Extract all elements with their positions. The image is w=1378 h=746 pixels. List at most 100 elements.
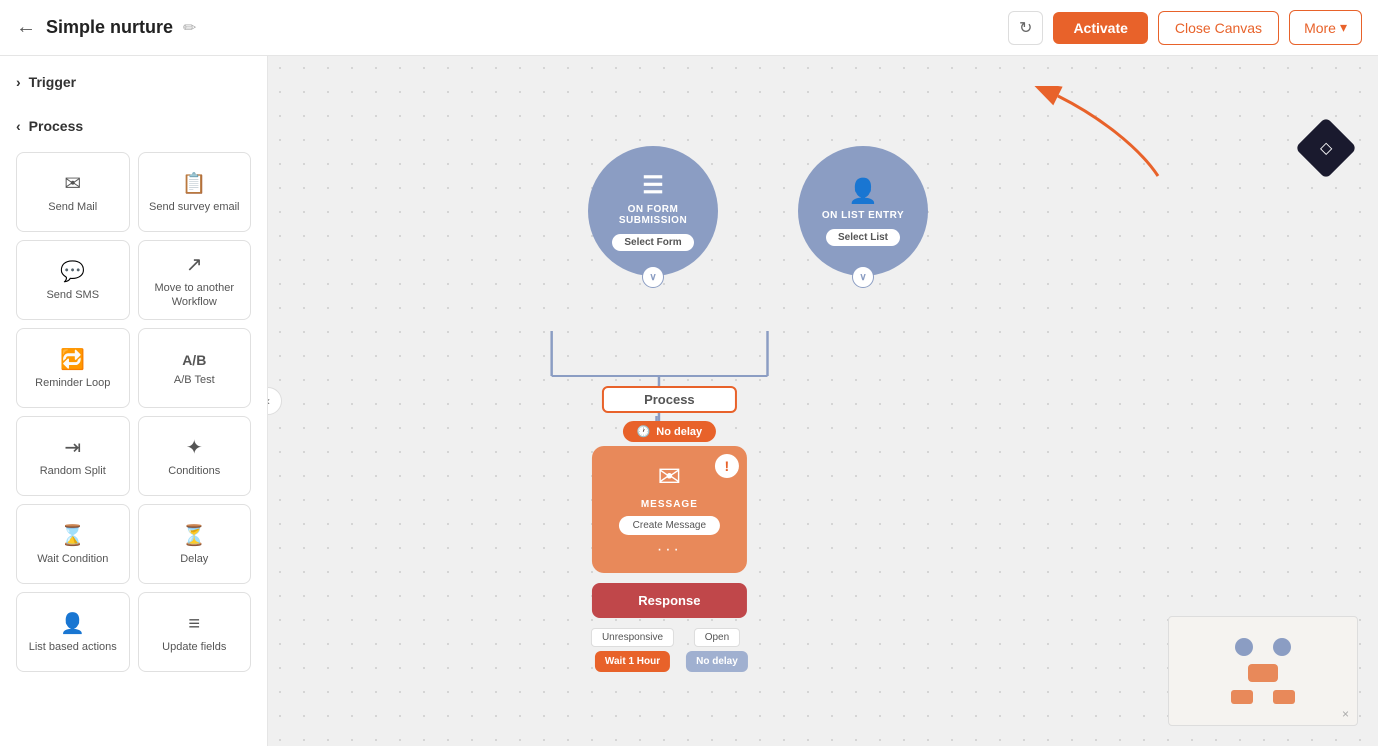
list-icon: 👤 — [848, 177, 878, 206]
more-label: More — [1304, 20, 1336, 36]
message-node[interactable]: ! ✉ MESSAGE Create Message ··· — [592, 446, 747, 573]
list-based-icon: 👤 — [60, 614, 85, 634]
list-node-label: ON LIST ENTRY — [822, 210, 904, 221]
refresh-button[interactable]: ↻ — [1008, 11, 1043, 45]
reminder-loop-icon: 🔁 — [60, 350, 85, 370]
response-node[interactable]: Response — [592, 583, 747, 618]
move-workflow-icon: ↗ — [186, 255, 203, 275]
header-right: ↻ Activate Close Canvas More ▾ — [1008, 10, 1362, 45]
list-based-label: List based actions — [29, 640, 117, 654]
mini-rect-1 — [1248, 664, 1278, 682]
sidebar-item-ab-test[interactable]: A/B A/B Test — [138, 328, 252, 408]
create-message-button[interactable]: Create Message — [619, 516, 720, 535]
sidebar-grid: ✉ Send Mail 📋 Send survey email 💬 Send S… — [0, 144, 267, 684]
arrow-annotation — [998, 86, 1198, 191]
random-split-label: Random Split — [40, 464, 106, 478]
open-label: Open — [694, 628, 740, 647]
sidebar-item-list-based-actions[interactable]: 👤 List based actions — [16, 592, 130, 672]
diamond-widget[interactable]: ◇ — [1304, 126, 1348, 170]
process-section-label: Process — [29, 118, 83, 134]
no-delay-tag[interactable]: 🕐 No delay — [623, 421, 717, 442]
no-delay-action[interactable]: No delay — [686, 651, 748, 672]
sidebar-item-send-survey-email[interactable]: 📋 Send survey email — [138, 152, 252, 232]
mail-icon: ✉ — [64, 174, 81, 194]
survey-email-icon: 📋 — [182, 174, 207, 194]
process-section-header-wrap: ‹ Process — [0, 100, 267, 144]
mini-rect-3 — [1273, 690, 1295, 704]
collapse-sidebar-button[interactable]: ‹ — [268, 387, 282, 415]
delay-icon: ⏳ — [182, 526, 207, 546]
mini-map-row-1 — [1235, 638, 1291, 656]
trigger-section-header[interactable]: › Trigger — [16, 68, 251, 96]
send-mail-label: Send Mail — [48, 200, 97, 214]
clock-icon: 🕐 — [637, 425, 651, 438]
trigger-section-label: Trigger — [29, 74, 76, 90]
ab-test-icon: A/B — [182, 353, 206, 367]
open-branch: Open No delay — [686, 628, 748, 672]
message-more-dots[interactable]: ··· — [657, 541, 682, 559]
mini-map-close-button[interactable]: × — [1342, 707, 1349, 721]
more-button[interactable]: More ▾ — [1289, 10, 1362, 45]
diamond-icon: ◇ — [1320, 138, 1332, 158]
process-section-header[interactable]: ‹ Process — [16, 112, 251, 140]
wait-condition-icon: ⌛ — [60, 526, 85, 546]
message-icon: ✉ — [658, 460, 681, 493]
sub-branches: Unresponsive Wait 1 Hour Open No delay — [591, 628, 748, 672]
mini-map-row-2 — [1248, 664, 1278, 682]
process-chevron-icon: ‹ — [16, 118, 21, 134]
unresponsive-label: Unresponsive — [591, 628, 674, 647]
send-survey-email-label: Send survey email — [149, 200, 240, 214]
select-form-button[interactable]: Select Form — [612, 234, 693, 251]
close-canvas-button[interactable]: Close Canvas — [1158, 11, 1279, 45]
mini-map-inner — [1169, 617, 1357, 725]
form-node-label: ON FORMSUBMISSION — [619, 204, 687, 226]
mini-dot-1 — [1235, 638, 1253, 656]
page-title: Simple nurture — [46, 17, 173, 38]
update-fields-icon: ≡ — [188, 614, 200, 634]
mini-dot-2 — [1273, 638, 1291, 656]
list-expand-button[interactable]: ∨ — [852, 266, 874, 288]
list-entry-node[interactable]: 👤 ON LIST ENTRY Select List ∨ — [798, 146, 928, 276]
edit-icon[interactable]: ✏ — [183, 18, 196, 38]
sidebar-item-delay[interactable]: ⏳ Delay — [138, 504, 252, 584]
sidebar-item-wait-condition[interactable]: ⌛ Wait Condition — [16, 504, 130, 584]
form-expand-button[interactable]: ∨ — [642, 266, 664, 288]
message-type-label: MESSAGE — [641, 499, 698, 510]
reminder-loop-label: Reminder Loop — [35, 376, 110, 390]
back-button[interactable]: ← — [16, 16, 36, 39]
random-split-icon: ⇥ — [64, 438, 81, 458]
trigger-chevron-icon: › — [16, 74, 21, 90]
warning-badge: ! — [715, 454, 739, 478]
process-area: Process 🕐 No delay ! ✉ MESSAGE Create Me… — [591, 386, 748, 672]
sidebar-item-move-workflow[interactable]: ↗ Move to another Workflow — [138, 240, 252, 320]
sidebar-item-random-split[interactable]: ⇥ Random Split — [16, 416, 130, 496]
mini-map: × — [1168, 616, 1358, 726]
header: ← Simple nurture ✏ ↻ Activate Close Canv… — [0, 0, 1378, 56]
unresponsive-branch: Unresponsive Wait 1 Hour — [591, 628, 674, 672]
more-chevron-icon: ▾ — [1340, 19, 1347, 36]
form-icon: ☰ — [642, 171, 664, 200]
sidebar: › Trigger ‹ Process ✉ Send Mail 📋 Send s… — [0, 56, 268, 746]
sidebar-item-reminder-loop[interactable]: 🔁 Reminder Loop — [16, 328, 130, 408]
process-label: Process — [602, 386, 737, 413]
update-fields-label: Update fields — [162, 640, 226, 654]
sidebar-item-send-mail[interactable]: ✉ Send Mail — [16, 152, 130, 232]
move-workflow-label: Move to another Workflow — [147, 281, 243, 310]
delay-label: Delay — [180, 552, 208, 566]
mini-map-row-3 — [1231, 690, 1295, 704]
wait-1-hour-action[interactable]: Wait 1 Hour — [595, 651, 670, 672]
sidebar-item-send-sms[interactable]: 💬 Send SMS — [16, 240, 130, 320]
trigger-section: › Trigger — [0, 56, 267, 100]
form-submission-node[interactable]: ☰ ON FORMSUBMISSION Select Form ∨ — [588, 146, 718, 276]
activate-button[interactable]: Activate — [1053, 12, 1147, 44]
ab-test-label: A/B Test — [174, 373, 215, 387]
sidebar-item-update-fields[interactable]: ≡ Update fields — [138, 592, 252, 672]
workflow-canvas[interactable]: ‹ ◇ — [268, 56, 1378, 746]
main-layout: › Trigger ‹ Process ✉ Send Mail 📋 Send s… — [0, 56, 1378, 746]
sms-icon: 💬 — [60, 262, 85, 282]
header-left: ← Simple nurture ✏ — [16, 16, 196, 39]
conditions-icon: ✦ — [186, 438, 203, 458]
select-list-button[interactable]: Select List — [826, 229, 900, 246]
sidebar-item-conditions[interactable]: ✦ Conditions — [138, 416, 252, 496]
send-sms-label: Send SMS — [46, 288, 99, 302]
